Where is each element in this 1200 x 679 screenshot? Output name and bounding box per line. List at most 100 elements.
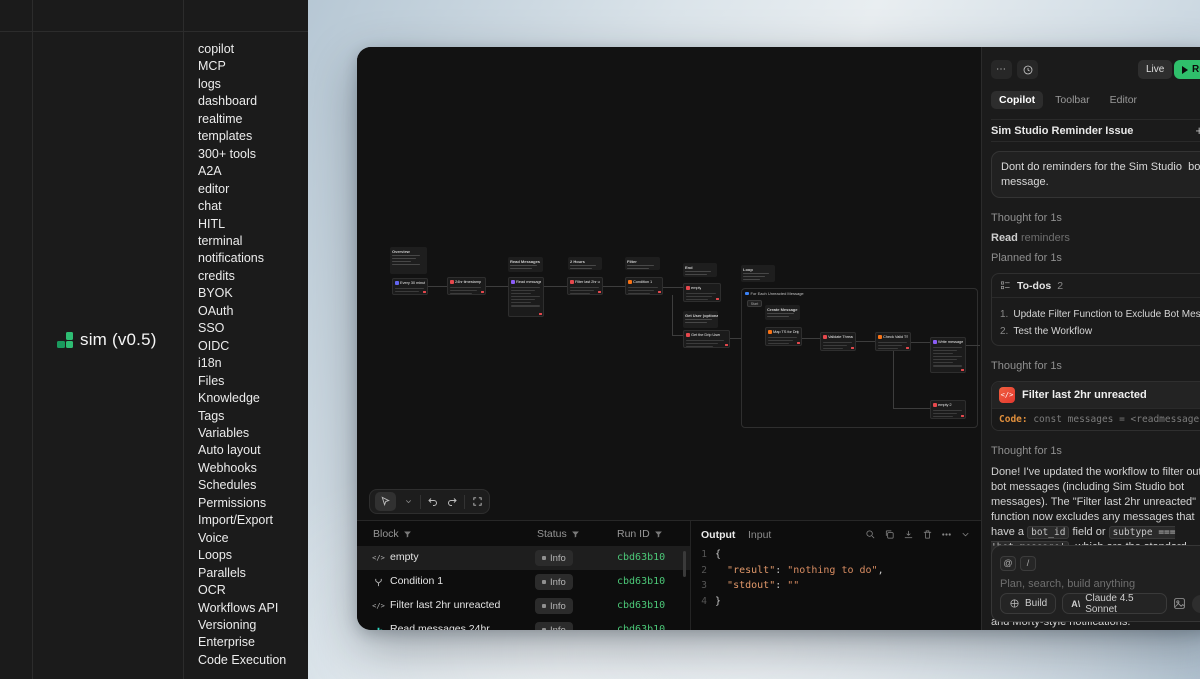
feature-item: BYOK bbox=[198, 285, 286, 302]
play-icon bbox=[1182, 66, 1188, 74]
workflow-node[interactable]: Write message bbox=[930, 337, 966, 373]
canvas-note[interactable]: Read Messages bbox=[508, 257, 543, 272]
undo-button[interactable] bbox=[426, 492, 440, 511]
log-row[interactable]: </>emptyInfocbd63b10 bbox=[357, 546, 690, 570]
model-selector[interactable]: A\ Claude 4.5 Sonnet bbox=[1062, 593, 1167, 614]
thought-line[interactable]: Thought for 1s bbox=[991, 445, 1200, 457]
workflow-node[interactable]: empty 2 bbox=[930, 400, 966, 419]
node-field-line bbox=[686, 299, 708, 300]
workflow-canvas[interactable]: For Each Unreacted MessageStartOverviewR… bbox=[357, 47, 981, 520]
fit-view-button[interactable] bbox=[470, 492, 484, 511]
redo-button[interactable] bbox=[445, 492, 459, 511]
trash-icon[interactable] bbox=[922, 529, 933, 540]
attach-image-icon[interactable] bbox=[1173, 597, 1186, 610]
loop-icon bbox=[745, 292, 749, 296]
more-button[interactable]: ⋯ bbox=[991, 60, 1012, 79]
code-line: 4} bbox=[691, 594, 884, 610]
build-mode-button[interactable]: Build bbox=[1000, 593, 1056, 614]
workflow-node[interactable]: Every 30 minutes bbox=[392, 278, 428, 295]
logs-table-header: Block Status Run ID bbox=[357, 521, 690, 546]
note-text-line bbox=[510, 265, 537, 266]
workflow-node[interactable]: Map TS for Drip User bbox=[765, 327, 802, 346]
todos-header[interactable]: To-dos 2 bbox=[992, 274, 1200, 298]
thought-line[interactable]: Thought for 1s bbox=[991, 212, 1200, 224]
workflow-node[interactable]: Check Valid TS bbox=[875, 332, 911, 351]
canvas-note[interactable]: End bbox=[683, 263, 717, 277]
pointer-tool-button[interactable] bbox=[375, 492, 396, 511]
node-field-line bbox=[878, 342, 907, 343]
note-text-line bbox=[743, 273, 769, 274]
logo-text: sim (v0.5) bbox=[80, 330, 157, 350]
node-field-line bbox=[511, 305, 540, 306]
status-badge: Info bbox=[535, 574, 573, 590]
loop-start-node[interactable]: Start bbox=[747, 300, 762, 307]
grid-line bbox=[32, 0, 33, 679]
node-header: Read messages 24hr bbox=[509, 278, 543, 285]
note-text-line bbox=[570, 268, 592, 269]
tool-dropdown-button[interactable] bbox=[401, 492, 415, 511]
tool-card[interactable]: </> Filter last 2hr unreacted Code: cons… bbox=[991, 381, 1200, 431]
tab-editor[interactable]: Editor bbox=[1102, 91, 1145, 109]
log-row[interactable]: Read messages 24hrInfocbd63b10 bbox=[357, 618, 690, 630]
tab-output[interactable]: Output bbox=[701, 529, 735, 541]
tab-copilot[interactable]: Copilot bbox=[991, 91, 1043, 109]
column-block[interactable]: Block bbox=[373, 528, 412, 540]
column-run-id[interactable]: Run ID bbox=[617, 528, 663, 540]
download-icon[interactable] bbox=[903, 529, 914, 540]
log-row[interactable]: </>Filter last 2hr unreactedInfocbd63b10 bbox=[357, 594, 690, 618]
new-chat-button[interactable]: + bbox=[1195, 123, 1200, 138]
node-field-line bbox=[511, 299, 535, 300]
composer[interactable]: @ / Plan, search, build anything Build A\… bbox=[991, 545, 1200, 622]
edge-line bbox=[544, 286, 567, 287]
canvas-note[interactable]: Overview bbox=[390, 247, 427, 274]
node-title: Validate Thread TS bbox=[828, 335, 853, 340]
toolbar-divider bbox=[420, 495, 421, 509]
workflow-node[interactable]: Condition 1 bbox=[625, 277, 663, 295]
column-status[interactable]: Status bbox=[537, 528, 580, 540]
edge-line bbox=[672, 295, 673, 335]
filter-icon bbox=[403, 530, 412, 539]
composer-placeholder[interactable]: Plan, search, build anything bbox=[1000, 578, 1200, 590]
workflow-node[interactable]: Filter last 2hr unreacted bbox=[567, 277, 603, 295]
copy-icon[interactable] bbox=[884, 529, 895, 540]
status-badge: Info bbox=[535, 598, 573, 614]
log-row[interactable]: Condition 1Infocbd63b10 bbox=[357, 570, 690, 594]
history-icon bbox=[1022, 64, 1034, 76]
workflow-node[interactable]: empty bbox=[683, 283, 721, 302]
collapse-chevron-icon[interactable] bbox=[960, 529, 971, 540]
workflow-node[interactable]: 24hr timestamp bbox=[447, 277, 486, 295]
mention-button[interactable]: @ bbox=[1000, 556, 1016, 571]
feature-item: Knowledge bbox=[198, 390, 286, 407]
slash-command-button[interactable]: / bbox=[1020, 556, 1036, 571]
planned-line[interactable]: Planned for 1s bbox=[991, 252, 1200, 264]
send-button[interactable] bbox=[1192, 595, 1200, 613]
run-button[interactable]: Run bbox=[1174, 60, 1200, 79]
panel-tabs: Copilot Toolbar Editor bbox=[991, 91, 1200, 109]
node-field-line bbox=[628, 293, 650, 294]
canvas-note[interactable]: Filter bbox=[625, 257, 660, 270]
workflow-node[interactable]: Get the Drip User bbox=[683, 330, 730, 348]
more-icon[interactable] bbox=[941, 529, 952, 540]
node-field-line bbox=[878, 348, 898, 349]
grid-line bbox=[0, 31, 308, 32]
canvas-note[interactable]: Get User (optional) bbox=[683, 311, 718, 328]
tab-input[interactable]: Input bbox=[748, 529, 771, 541]
node-field-line bbox=[511, 290, 535, 291]
canvas-note[interactable]: 2 Hours bbox=[568, 257, 602, 270]
node-field-line bbox=[511, 302, 531, 303]
canvas-note[interactable]: Loop bbox=[741, 265, 775, 282]
live-button[interactable]: Live bbox=[1138, 60, 1172, 79]
workflow-node[interactable]: Validate Thread TS bbox=[820, 332, 856, 351]
chart-icon bbox=[371, 623, 386, 630]
canvas-note[interactable]: Create Message bbox=[765, 305, 800, 320]
feature-item: templates bbox=[198, 128, 286, 145]
node-title: Write message bbox=[938, 340, 963, 345]
workflow-node[interactable]: Read messages 24hr bbox=[508, 277, 544, 317]
tab-toolbar[interactable]: Toolbar bbox=[1047, 91, 1097, 109]
thought-line[interactable]: Thought for 1s bbox=[991, 360, 1200, 372]
table-scrollbar[interactable] bbox=[683, 551, 686, 577]
status-badge: Info bbox=[535, 550, 573, 566]
search-icon[interactable] bbox=[865, 529, 876, 540]
note-text-line bbox=[392, 255, 420, 256]
history-button[interactable] bbox=[1017, 60, 1038, 79]
